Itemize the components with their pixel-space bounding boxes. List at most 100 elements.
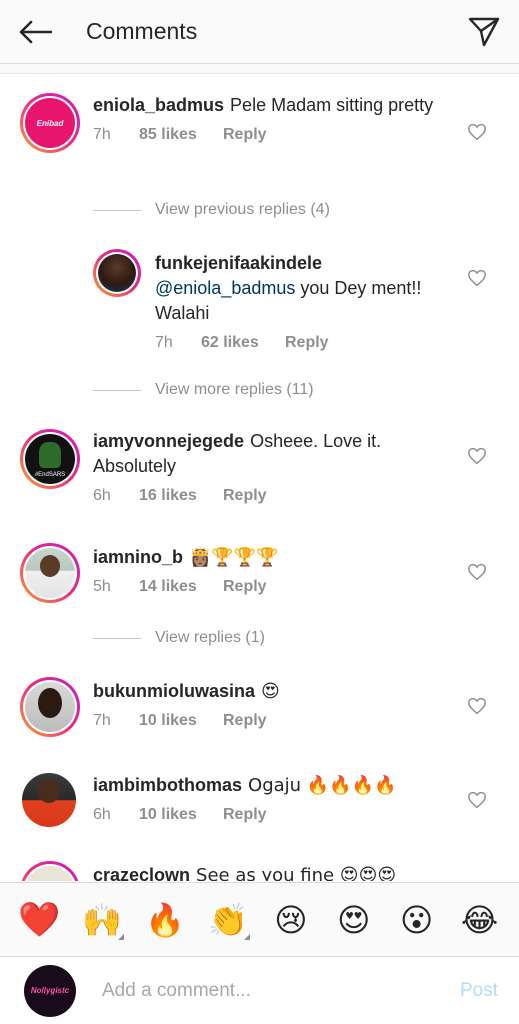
comment-likes[interactable]: 16 likes [139, 487, 223, 505]
emoji-laughing-button[interactable]: 😂 [456, 896, 504, 944]
comment-message: Ogaju 🔥🔥🔥🔥 [248, 775, 397, 796]
app-header: Comments [0, 0, 519, 64]
heart-outline-icon [468, 269, 486, 287]
emoji-quick-bar: ❤️ 🙌 🔥 👏 😢 😍 😮 😂 [0, 882, 519, 956]
comment-username[interactable]: bukunmioluwasina [93, 681, 255, 701]
heart-emoji-icon: ❤️ [18, 900, 61, 939]
heart-outline-icon [468, 697, 486, 715]
share-button[interactable] [449, 0, 519, 64]
comment-meta: 6h 10 likes Reply [93, 806, 449, 824]
comment-time: 6h [93, 806, 111, 823]
view-previous-replies-label: View previous replies (4) [155, 201, 330, 218]
emoji-heart-eyes-button[interactable]: 😍 [330, 896, 378, 944]
comment-username[interactable]: iamnino_b [93, 547, 183, 567]
fire-emoji-icon: 🔥 [145, 901, 186, 938]
laughing-emoji-icon: 😂 [460, 901, 499, 938]
avatar-logo-text: Enibad [36, 118, 64, 128]
comment-username[interactable]: iambimbothomas [93, 775, 242, 795]
comment-meta: 7h 62 likes Reply [155, 334, 449, 352]
comment-text: iamnino_b 👸🏽🏆🏆🏆 [93, 545, 449, 570]
comment-text: crazeclown See as you fine 😍😍😍 [93, 863, 449, 881]
comment-list[interactable]: Enibad eniola_badmus Pele Madam sitting p… [0, 75, 519, 881]
comment-text: iambimbothomas Ogaju 🔥🔥🔥🔥 [93, 773, 449, 798]
raised-hands-emoji-icon: 🙌 [82, 901, 123, 938]
comment-username[interactable]: crazeclown [93, 865, 190, 881]
reply-button[interactable]: Reply [285, 334, 329, 352]
avatar-logo-text: Nollygistc [30, 986, 70, 995]
view-replies-label: View replies (1) [155, 629, 265, 646]
avatar[interactable] [20, 677, 80, 737]
comment-likes[interactable]: 85 likes [139, 126, 223, 144]
comment-time: 6h [93, 487, 111, 504]
page-title: Comments [86, 18, 198, 44]
heart-outline-icon [468, 791, 486, 809]
emoji-raised-hands-button[interactable]: 🙌 [78, 896, 126, 944]
avatar[interactable] [93, 249, 141, 297]
comment-time: 7h [93, 126, 111, 143]
comment-meta: 6h 16 likes Reply [93, 487, 449, 505]
comment-likes[interactable]: 14 likes [139, 578, 223, 596]
comment-text: bukunmioluwasina 😍 [93, 679, 449, 704]
avatar[interactable]: Enibad [20, 93, 80, 153]
emoji-heart-button[interactable]: ❤️ [15, 896, 63, 944]
view-replies[interactable]: View replies (1) [93, 629, 265, 647]
comment-time: 7h [93, 712, 111, 729]
emoji-crying-button[interactable]: 😢 [267, 896, 315, 944]
comment-message: 😍 [261, 681, 280, 702]
comment-username[interactable]: funkejenifaakindele [155, 253, 322, 273]
back-button[interactable] [0, 0, 70, 64]
reply-button[interactable]: Reply [223, 126, 267, 144]
comment-text: iamyvonnejegede Osheee. Love it. Absolute… [93, 429, 449, 479]
reply-button[interactable]: Reply [223, 712, 267, 730]
avatar[interactable] [22, 773, 76, 827]
comment-meta: 5h 14 likes Reply [93, 578, 449, 596]
paper-plane-icon [468, 17, 500, 46]
my-avatar[interactable]: Nollygistc [24, 964, 76, 1017]
emoji-fire-button[interactable]: 🔥 [141, 896, 189, 944]
heart-outline-icon [468, 447, 486, 465]
emoji-clap-button[interactable]: 👏 [204, 896, 252, 944]
comment-likes[interactable]: 62 likes [201, 334, 285, 352]
like-button[interactable] [467, 447, 489, 469]
view-more-replies-label: View more replies (11) [155, 381, 314, 398]
comments-screen: Comments Enibad eniola_badmus Pele Madam … [0, 0, 519, 1024]
comment-username[interactable]: iamyvonnejegede [93, 431, 244, 451]
comment-likes[interactable]: 10 likes [139, 712, 223, 730]
comment-mention[interactable]: @eniola_badmus [155, 278, 295, 298]
heart-outline-icon [468, 563, 486, 581]
view-more-replies[interactable]: View more replies (11) [93, 381, 314, 399]
reply-button[interactable]: Reply [223, 806, 267, 824]
comment-text: funkejenifaakindele @eniola_badmus you D… [155, 251, 449, 326]
crying-emoji-icon: 😢 [274, 901, 308, 938]
like-button[interactable] [467, 123, 489, 145]
like-button[interactable] [467, 697, 489, 719]
heart-outline-icon [468, 123, 486, 141]
like-button[interactable] [467, 563, 489, 585]
heart-eyes-emoji-icon: 😍 [337, 901, 371, 938]
comment-meta: 7h 85 likes Reply [93, 126, 449, 144]
comment-meta: 7h 10 likes Reply [93, 712, 449, 730]
avatar[interactable] [20, 861, 80, 881]
avatar[interactable] [20, 543, 80, 603]
emoji-surprised-button[interactable]: 😮 [393, 896, 441, 944]
view-previous-replies[interactable]: View previous replies (4) [93, 201, 330, 219]
like-button[interactable] [467, 791, 489, 813]
surprised-emoji-icon: 😮 [400, 901, 434, 938]
header-divider [0, 64, 519, 74]
clap-emoji-icon: 👏 [208, 901, 248, 938]
avatar[interactable]: #EndSARS [20, 429, 80, 489]
reply-button[interactable]: Reply [223, 487, 267, 505]
post-button[interactable]: Post [439, 980, 519, 1002]
comment-message: See as you fine 😍😍😍 [196, 865, 397, 881]
comment-username[interactable]: eniola_badmus [93, 95, 224, 115]
reply-button[interactable]: Reply [223, 578, 267, 596]
comment-time: 5h [93, 578, 111, 595]
comment-input[interactable] [102, 979, 439, 1002]
comment-message: 👸🏽🏆🏆🏆 [189, 547, 279, 568]
comment-likes[interactable]: 10 likes [139, 806, 223, 824]
comment-message: Pele Madam sitting pretty [230, 95, 434, 115]
comment-time: 7h [155, 334, 173, 351]
like-button[interactable] [467, 269, 489, 291]
avatar-logo-text: #EndSARS [34, 472, 66, 478]
arrow-left-icon [19, 20, 52, 43]
